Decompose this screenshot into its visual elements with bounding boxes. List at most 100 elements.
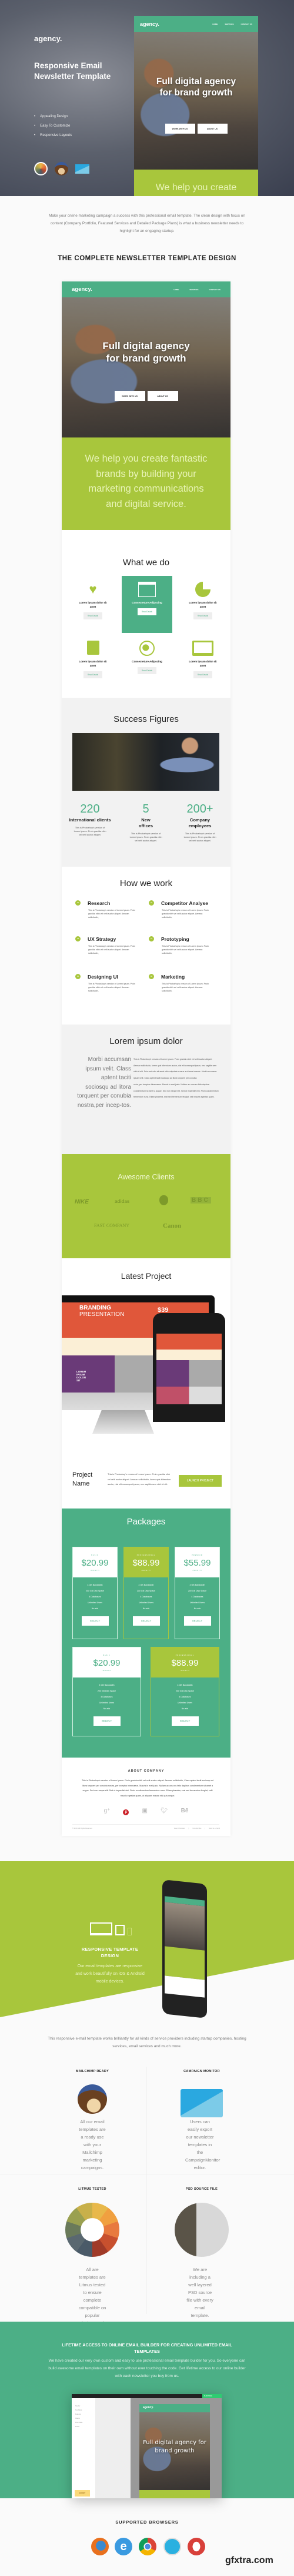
laptop-icon [192, 641, 213, 656]
about-title: ABOUT COMPANY [128, 1769, 165, 1773]
plan-feature: Unlimited Users [138, 1602, 154, 1604]
view-in-browser-link[interactable]: View in browser [174, 1828, 185, 1829]
section-title: How we work [119, 878, 173, 888]
work-with-us-button[interactable]: WORK WITH US [114, 391, 145, 401]
plan-name: PREMIUM [192, 1554, 203, 1556]
plan-name: BASIC [91, 1554, 99, 1556]
export-button[interactable]: EXPORT [75, 2490, 90, 2497]
plan-period: /MONTH [192, 1570, 202, 1572]
section-title: What we do [122, 558, 170, 568]
read-details-button[interactable]: Read Details [193, 671, 213, 678]
latest-project-section: Latest Project BRANDING PRESENTATION $39… [62, 1258, 230, 1509]
preview-tagline: We help you create [155, 183, 237, 193]
about-us-button[interactable]: ABOUT US [197, 124, 228, 134]
select-plan-button[interactable]: SELECT [171, 1716, 199, 1726]
plan-feature: 200 GB Disk Space [188, 1590, 207, 1592]
about-us-button[interactable]: ABOUT US [147, 391, 178, 401]
work-with-us-button[interactable]: WORK WITH US [165, 124, 195, 134]
safari-icon [163, 2538, 181, 2555]
nav-services[interactable]: SERVICES [189, 289, 198, 291]
responsive-text: Our email templates are responsive and w… [75, 1964, 145, 1984]
package-card: BASIC $20.99/MONTH 4 GB Bandwidth 200 GB Di… [72, 1647, 141, 1736]
imac-stand [62, 1393, 156, 1410]
plan-name: BASIC [103, 1655, 111, 1656]
select-plan-button[interactable]: SELECT [183, 1616, 211, 1626]
lorem-section: Lorem ipsum dolor Morbi accumsan ipsum v… [62, 1025, 230, 1154]
plan-feature: 4 Databases [140, 1596, 152, 1598]
hero-photo: Full digital agency for brand growth WORK… [62, 297, 230, 437]
plan-feature: No ads [103, 1708, 111, 1710]
platform-icons [34, 162, 89, 175]
service-item: Lorem ipsum dolor sit amet Read Details [69, 641, 116, 678]
plan-period: /MONTH [102, 1670, 112, 1672]
purchase-button[interactable]: PURCHASE [202, 2394, 222, 2398]
preview-headline: Full digital agency for brand growth [143, 2439, 206, 2454]
success-section: Success Figures 220 International clients… [62, 698, 230, 867]
send-to-friend-link[interactable]: Send to a friend [209, 1828, 220, 1829]
nav-contact[interactable]: CONTACT US [241, 23, 252, 25]
select-plan-button[interactable]: SELECT [93, 1716, 121, 1726]
plan-feature: 200 GB Disk Space [175, 1690, 195, 1692]
preview-logo: agency. [140, 21, 159, 27]
canon-logo: Canon [163, 1222, 182, 1229]
plan-feature: 4 GB Bandwidth [99, 1684, 115, 1686]
launch-project-button[interactable]: LAUNCH PROJECT [179, 1475, 222, 1487]
plan-price: $20.99 [81, 1558, 109, 1568]
step-item: 01 Research This is Photoshop's version of… [75, 900, 143, 919]
plan-feature: No ads [193, 1607, 201, 1610]
nav-home[interactable]: HOME [212, 23, 218, 25]
hero-banner: agency. Responsive Email Newsletter Temp… [0, 0, 294, 196]
plan-price: $88.99 [132, 1558, 160, 1568]
behance-icon[interactable]: Bē [181, 1808, 189, 1815]
plan-feature: Unlimited Users [189, 1602, 205, 1604]
select-plan-button[interactable]: SELECT [81, 1616, 109, 1626]
nav-services[interactable]: SERVICES [225, 23, 233, 25]
litmus-icon [65, 2203, 119, 2257]
nav-home[interactable]: HOME [173, 289, 179, 291]
read-details-button[interactable]: Read Details [193, 612, 213, 619]
campaign-monitor-icon [75, 164, 89, 174]
bbc-logo: BBC [191, 1197, 211, 1204]
internet-explorer-icon: e [115, 2538, 132, 2555]
flipboard-icon[interactable]: ▣ [142, 1808, 147, 1815]
plan-feature: No ads [142, 1607, 150, 1610]
apple-logo [159, 1195, 168, 1205]
bullet-item: Responsive Layouts [34, 131, 72, 140]
read-details-button[interactable]: Read Details [137, 667, 157, 674]
email-tagline: We help you create fantastic brands by b… [85, 453, 208, 509]
plan-feature: 4 Databases [191, 1596, 203, 1598]
plan-period: /MONTH [180, 1670, 190, 1672]
nav-contact[interactable]: CONTACT US [209, 289, 220, 291]
read-details-button[interactable]: Read Details [137, 608, 157, 615]
read-details-button[interactable]: Read Details [83, 671, 103, 678]
nike-logo: NIKE [75, 1199, 89, 1205]
service-item: Consecteture Adipscing Read Details [123, 641, 171, 674]
firefox-icon [91, 2538, 109, 2555]
plan-feature: Unlimited Users [87, 1602, 103, 1604]
plan-feature: Unlimited Users [99, 1702, 115, 1704]
pinterest-icon[interactable]: p [123, 1809, 129, 1815]
plan-feature: 200 GB Disk Space [85, 1590, 105, 1592]
plan-price: $55.99 [183, 1558, 211, 1568]
plan-feature: 4 Databases [89, 1596, 101, 1598]
social-links: g⁺ p ▣ 🐦︎ Bē [62, 1808, 230, 1815]
watermark: gfxtra.com [225, 2555, 273, 2565]
unsubscribe-link[interactable]: Unsubscribe [192, 1828, 201, 1829]
success-photo [72, 733, 219, 791]
read-details-button[interactable]: Read Details [83, 612, 103, 619]
feature-title: CAMPAIGN MONITOR [183, 2070, 220, 2073]
google-plus-icon[interactable]: g⁺ [104, 1808, 111, 1815]
project-name: Project Name [72, 1471, 93, 1487]
responsive-title: RESPONSIVE TEMPLATE DESIGN [81, 1947, 139, 1958]
plan-price: $20.99 [93, 1658, 121, 1668]
section-title: Lorem ipsum dolor [109, 1036, 183, 1046]
responsive-section: RESPONSIVE TEMPLATE DESIGN Our email tem… [0, 1861, 294, 2017]
about-section: ABOUT COMPANY This is Photoshop's versio… [62, 1758, 230, 1836]
package-card: PROFESSIONAL $88.99/MONTH 4 GB Bandwidth 20… [151, 1647, 219, 1736]
feature-bullets: Appealing Design Easy To Customize Respo… [34, 112, 72, 140]
bullet-item: Appealing Design [34, 112, 72, 121]
plan-feature: 4 GB Bandwidth [177, 1684, 193, 1686]
plan-feature: 4 Databases [179, 1696, 191, 1698]
twitter-icon[interactable]: 🐦︎ [161, 1808, 168, 1815]
select-plan-button[interactable]: SELECT [132, 1616, 160, 1626]
